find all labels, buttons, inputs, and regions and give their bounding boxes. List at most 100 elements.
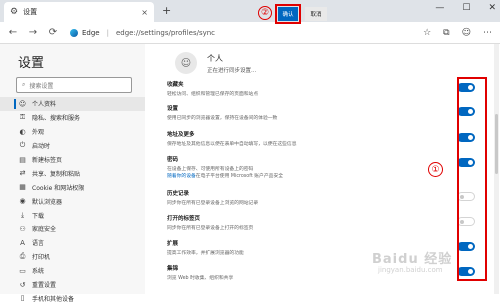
- sidebar-item[interactable]: ◉ 默认浏览器: [0, 194, 145, 208]
- sidebar-item-icon: ◉: [19, 197, 26, 206]
- scrollbar-thumb[interactable]: [495, 114, 498, 174]
- refresh-icon[interactable]: ⟳: [46, 27, 60, 38]
- sidebar-item-icon: ⎙: [19, 252, 26, 261]
- sidebar-item-icon: ◐: [19, 127, 26, 136]
- description-text: 轻松访问、组织和管理已保存的页面和站点: [167, 92, 259, 97]
- description-text: 使用已同步的浏览器设置，保持在设备间的体验一致: [167, 116, 278, 121]
- sidebar-item[interactable]: ▤ 新建标签页: [0, 153, 145, 167]
- profile-avatar-icon[interactable]: ☺: [462, 28, 471, 38]
- url-separator: |: [106, 28, 109, 37]
- sync-status-text: 正在进行同步设置...: [207, 68, 257, 74]
- sidebar-item-label: 个人资料: [32, 101, 57, 109]
- sync-option-row: 收藏夹轻松访问、组织和管理已保存的页面和站点: [167, 80, 477, 97]
- sidebar-item-label: Cookie 和网站权限: [32, 184, 85, 192]
- sidebar-item[interactable]: ⎙ 打印机: [0, 250, 145, 264]
- tab-close-icon[interactable]: ×: [141, 8, 148, 17]
- sync-option-title: 收藏夹: [167, 82, 184, 88]
- sidebar-item-label: 默认浏览器: [32, 198, 63, 206]
- sidebar-item-icon: ☺: [18, 99, 27, 108]
- maximize-button[interactable]: ☐: [462, 3, 470, 13]
- sync-option-title: 历史记录: [167, 191, 190, 197]
- description-text: 提高工作效率，并扩展浏览器的功能: [167, 251, 244, 256]
- sidebar-item[interactable]: ↺ 重置设置: [0, 278, 145, 292]
- description-link[interactable]: 随着你的设备: [167, 174, 196, 179]
- window-close-button[interactable]: ✕: [488, 3, 496, 13]
- favorite-star-icon[interactable]: ☆: [423, 28, 431, 38]
- avatar: ☺: [175, 52, 197, 74]
- sidebar-item-label: 下载: [32, 212, 45, 220]
- description-text: 同步你在所有已登录设备上打开的标签页: [167, 226, 254, 231]
- sidebar-item-icon: ⇄: [19, 169, 26, 178]
- sidebar-item-label: 系统: [32, 268, 45, 276]
- confirm-button[interactable]: 确认: [278, 7, 298, 21]
- sidebar-item[interactable]: ▯ 手机和其他设备: [0, 291, 145, 305]
- sidebar-nav: ☺ 个人资料 ⚿ 隐私、搜索和服务 ◐ 外观 ⏻ 启动时 ▤ 新建标签页 ⇄ 共享、复制和粘贴 ▦ Coo…: [0, 97, 145, 305]
- description-text: 同步你在所有已登录设备上浏览的网站记录: [167, 201, 259, 206]
- tab-title: 设置: [23, 8, 38, 16]
- more-menu-icon[interactable]: ⋯: [483, 28, 492, 38]
- sidebar-item-icon: ▯: [20, 294, 25, 303]
- sidebar-item-icon: ⚇: [19, 224, 26, 233]
- sidebar-item[interactable]: ☺ 个人资料: [0, 97, 145, 111]
- annotation-number-1: ①: [428, 162, 443, 177]
- sidebar-item-label: 打印机: [32, 254, 51, 262]
- sidebar-item-label: 隐私、搜索和服务: [32, 115, 81, 123]
- sidebar-item-label: 新建标签页: [32, 157, 63, 164]
- sidebar-item[interactable]: ⏻ 启动时: [0, 139, 145, 153]
- search-input[interactable]: ⌕ 搜索设置: [16, 77, 132, 93]
- sidebar-item-label: 启动时: [32, 143, 51, 151]
- search-icon: ⌕: [22, 81, 26, 88]
- watermark-url: jingyan.baidu.com: [378, 266, 443, 274]
- sidebar-item-icon: ⤓: [20, 210, 25, 219]
- sidebar-item-label: 共享、复制和粘贴: [32, 170, 81, 178]
- sync-option-title: 密码: [167, 157, 179, 163]
- sync-option-title: 设置: [167, 106, 179, 112]
- collections-icon[interactable]: ⧉: [443, 28, 449, 38]
- sidebar-title: 设置: [18, 56, 45, 71]
- gear-icon: ⚙: [10, 7, 19, 17]
- sidebar-item-label: 手机和其他设备: [32, 295, 75, 303]
- sidebar-item[interactable]: ⚿ 隐私、搜索和服务: [0, 111, 145, 125]
- tab-settings[interactable]: ⚙ 设置 ×: [4, 2, 154, 22]
- back-icon[interactable]: ←: [6, 27, 20, 38]
- sync-option-description: 保存地址及其他信息以便在表单中自动填写，以便在这些信息: [167, 140, 477, 147]
- sidebar-item-label: 重置设置: [32, 282, 57, 290]
- sidebar-item[interactable]: ⇄ 共享、复制和粘贴: [0, 166, 145, 180]
- sidebar-item-label: 家庭安全: [32, 226, 57, 234]
- profile-header: ☺ 个人 正在进行同步设置...: [175, 52, 256, 74]
- description-text: 在设备上保存、可使用所有设备上的密码: [167, 167, 254, 172]
- sync-option-row: 历史记录同步你在所有已登录设备上浏览的网站记录: [167, 189, 477, 206]
- url-text: edge://settings/profiles/sync: [115, 28, 216, 37]
- cancel-button[interactable]: 取消: [305, 7, 327, 21]
- sync-option-row: 打开的标签页 同步你在所有已登录设备上打开的标签页: [167, 214, 477, 231]
- sync-option-description: 轻松访问、组织和管理已保存的页面和站点: [167, 90, 477, 97]
- sidebar-item[interactable]: ⤓ 下载: [0, 208, 145, 222]
- forward-icon[interactable]: →: [26, 27, 40, 38]
- sidebar-item[interactable]: ▭ 系统: [0, 264, 145, 278]
- new-tab-button[interactable]: +: [162, 4, 171, 17]
- description-text: 保存地址及其他信息以便在表单中自动填写，以便在这些信息: [167, 142, 297, 147]
- scrollbar[interactable]: [494, 44, 499, 294]
- sidebar-item-label: 语言: [32, 240, 45, 248]
- url-field[interactable]: Edge | edge://settings/profiles/sync: [70, 28, 216, 37]
- sidebar-item[interactable]: A 语言: [0, 236, 145, 250]
- annotation-highlight-toggles: [457, 77, 487, 281]
- sidebar-item-icon: ▦: [19, 183, 26, 192]
- settings-sidebar: 设置 ⌕ 搜索设置 ☺ 个人资料 ⚿ 隐私、搜索和服务 ◐ 外观 ⏻ 启动时 ▤ 新建标签页 ⇄ 共享…: [0, 44, 145, 303]
- sidebar-item-icon: A: [20, 238, 25, 247]
- sidebar-item-icon: ⏻: [19, 141, 26, 150]
- annotation-number-2: ②: [258, 6, 272, 20]
- sidebar-item-label: 外观: [32, 129, 45, 137]
- browser-brand: Edge: [82, 28, 100, 37]
- sync-option-description: 同步你在所有已登录设备上浏览的网站记录: [167, 199, 477, 206]
- sidebar-item-icon: ↺: [19, 280, 26, 289]
- window-controls: — ☐ ✕: [435, 3, 496, 13]
- sidebar-item[interactable]: ▦ Cookie 和网站权限: [0, 180, 145, 194]
- minimize-button[interactable]: —: [435, 3, 444, 13]
- sidebar-item-icon: ▤: [19, 155, 26, 164]
- watermark-logo: Baidu 经验: [372, 252, 453, 267]
- sidebar-item[interactable]: ⚇ 家庭安全: [0, 222, 145, 236]
- description-tail: 在电子平台使用 Microsoft 账户产品安全: [195, 174, 284, 179]
- sidebar-item[interactable]: ◐ 外观: [0, 125, 145, 139]
- sidebar-item-icon: ▭: [19, 266, 26, 275]
